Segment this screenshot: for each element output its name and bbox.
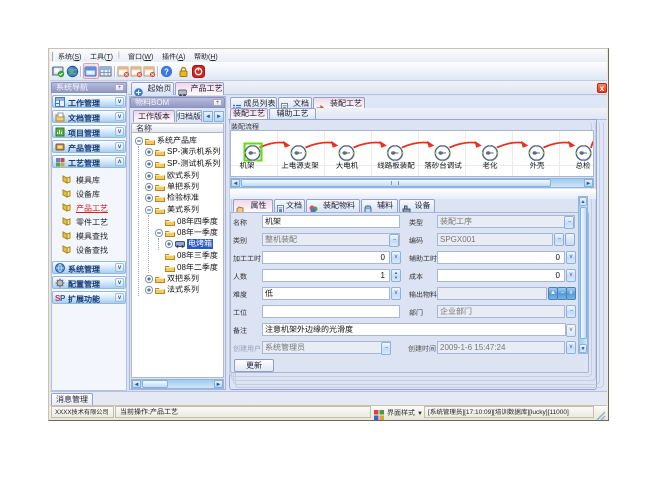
svg-text:?: ?	[164, 68, 169, 77]
svg-text:P: P	[60, 294, 65, 303]
